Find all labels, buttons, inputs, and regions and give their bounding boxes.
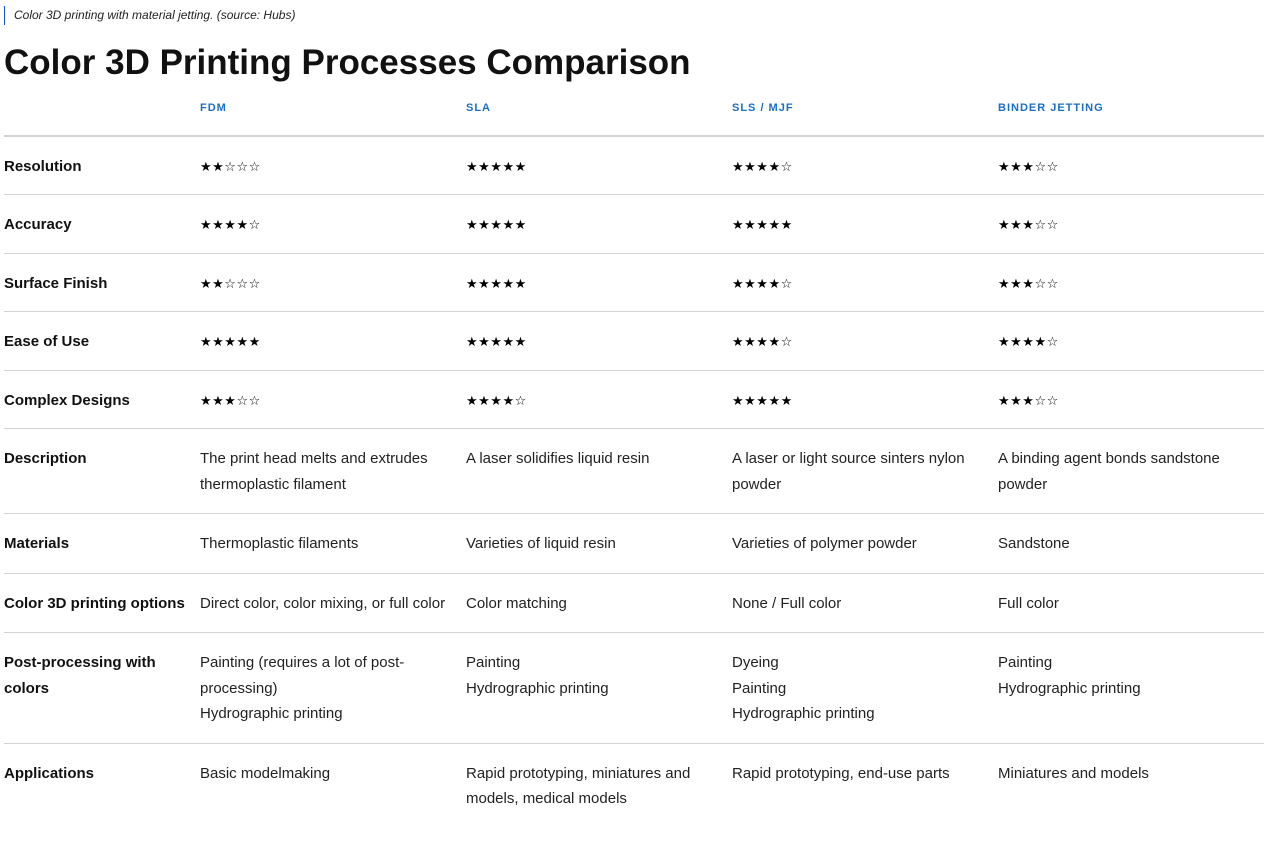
cell-sls-mjf: Dyeing Painting Hydrographic printing [732,632,998,744]
list-item: Painting [998,654,1053,672]
list-item: Painting [466,654,521,672]
row-label: Materials [4,513,200,574]
table-row-complex-designs: Complex Designs ★★★☆☆ ★★★★☆ ★★★★★ ★★★☆☆ [4,370,1264,430]
star-rating: ★★★☆☆ [200,370,466,430]
cell-fdm: Thermoplastic filaments [200,513,466,574]
star-rating: ★★☆☆☆ [200,136,466,196]
stars-fdm: ★★☆☆☆ [200,160,261,175]
stars-sls-mjf: ★★★★☆ [732,335,793,351]
cell-binder-jetting: Painting Hydrographic printing [998,632,1264,744]
stars-binder-jetting: ★★★☆☆ [998,160,1059,175]
star-rating: ★★★☆☆ [998,136,1264,196]
stars-fdm: ★★★☆☆ [200,393,261,409]
stars-sla: ★★★★★ [466,160,527,175]
cell-sls-mjf: None / Full color [732,573,998,634]
cell-sls-mjf: Varieties of polymer powder [732,513,998,574]
cell-fdm: Basic modelmaking [200,764,331,782]
stars-sls-mjf: ★★★★★ [732,218,793,234]
star-rating: ★★★☆☆ [998,253,1264,313]
column-header-binder-jetting: BINDER JETTING [998,88,1264,137]
cell-sla: Painting Hydrographic printing [466,632,732,744]
star-rating: ★★★★☆ [998,311,1264,371]
cell-fdm: The print head melts and extrudes thermo… [200,428,466,515]
cell-fdm: Direct color, color mixing, or full colo… [200,573,466,634]
list-item: Hydrographic printing [466,679,609,697]
column-header-sls-mjf: SLS / MJF [732,88,998,137]
row-label: Applications [4,764,95,782]
row-label: Post-processing with colors [4,632,200,744]
cell-sla: A laser solidifies liquid resin [466,428,732,515]
image-caption: Color 3D printing with material jetting.… [4,6,295,25]
table-row-post-processing: Post-processing with colors Painting (re… [4,632,1264,744]
row-label: Ease of Use [4,311,200,371]
cell-sls-mjf: Rapid prototyping, end-use parts [732,764,950,782]
row-label: Description [4,428,200,515]
page-title: Color 3D Printing Processes Comparison [4,43,691,82]
list-item: Dyeing [732,654,779,672]
row-label: Resolution [4,136,200,196]
star-rating: ★★★★☆ [466,370,732,430]
table-row-resolution: Resolution ★★☆☆☆ ★★★★★ ★★★★☆ ★★★☆☆ [4,136,1264,196]
star-rating: ★★★★★ [466,311,732,371]
table-row-ease-of-use: Ease of Use ★★★★★ ★★★★★ ★★★★☆ ★★★★☆ [4,311,1264,371]
stars-fdm: ★★★★★ [200,335,261,351]
comparison-table: FDM SLA SLS / MJF BINDER JETTING Resolut… [4,88,1264,828]
star-rating: ★★★★★ [466,194,732,254]
cell-sla: Varieties of liquid resin [466,513,732,574]
star-rating: ★★★★★ [732,370,998,430]
star-rating: ★★★★☆ [200,194,466,254]
list-item: Hydrographic printing [998,679,1141,697]
star-rating: ★★☆☆☆ [200,253,466,313]
table-header-row: FDM SLA SLS / MJF BINDER JETTING [4,88,1264,137]
row-label: Accuracy [4,194,200,254]
stars-fdm: ★★★★☆ [200,218,261,234]
star-rating: ★★★★★ [732,194,998,254]
star-rating: ★★★☆☆ [998,194,1264,254]
list-item: Painting [732,679,787,697]
cell-sla: Rapid prototyping, miniatures and models… [466,764,691,808]
list-item: Hydrographic printing [732,705,875,723]
table-row-materials: Materials Thermoplastic filaments Variet… [4,513,1264,574]
star-rating: ★★★★★ [466,136,732,196]
stars-binder-jetting: ★★★☆☆ [998,393,1059,409]
cell-binder-jetting: Sandstone [998,513,1264,574]
stars-sla: ★★★★★ [466,335,527,351]
stars-fdm: ★★☆☆☆ [200,276,261,292]
cell-fdm: Painting (requires a lot of post-process… [200,632,466,744]
star-rating: ★★★★☆ [732,311,998,371]
stars-binder-jetting: ★★★★☆ [998,335,1059,351]
table-row-applications: Applications Basic modelmaking Rapid pro… [4,743,1264,828]
star-rating: ★★★★☆ [732,253,998,313]
row-label: Color 3D printing options [4,573,200,634]
cell-binder-jetting: Full color [998,573,1264,634]
star-rating: ★★★☆☆ [998,370,1264,430]
star-rating: ★★★★★ [200,311,466,371]
stars-sla: ★★★★★ [466,218,527,234]
cell-sla: Color matching [466,573,732,634]
row-label: Surface Finish [4,253,200,313]
table-row-accuracy: Accuracy ★★★★☆ ★★★★★ ★★★★★ ★★★☆☆ [4,194,1264,254]
table-row-surface-finish: Surface Finish ★★☆☆☆ ★★★★★ ★★★★☆ ★★★☆☆ [4,253,1264,313]
stars-sls-mjf: ★★★★★ [732,393,793,409]
column-header-sla: SLA [466,88,732,137]
table-row-description: Description The print head melts and ext… [4,428,1264,515]
stars-sla: ★★★★★ [466,276,527,292]
star-rating: ★★★★☆ [732,136,998,196]
list-item: Hydrographic printing [200,705,343,723]
cell-binder-jetting: Miniatures and models [998,764,1149,782]
star-rating: ★★★★★ [466,253,732,313]
header-corner-cell [4,88,200,137]
table-row-color-options: Color 3D printing options Direct color, … [4,573,1264,634]
stars-sla: ★★★★☆ [466,393,527,409]
row-label: Complex Designs [4,370,200,430]
cell-binder-jetting: A binding agent bonds sandstone powder [998,428,1264,515]
stars-sls-mjf: ★★★★☆ [732,160,793,175]
stars-binder-jetting: ★★★☆☆ [998,218,1059,234]
stars-binder-jetting: ★★★☆☆ [998,276,1059,292]
cell-sls-mjf: A laser or light source sinters nylon po… [732,428,998,515]
stars-sls-mjf: ★★★★☆ [732,276,793,292]
column-header-fdm: FDM [200,88,466,137]
list-item: Painting (requires a lot of post-process… [200,654,405,697]
